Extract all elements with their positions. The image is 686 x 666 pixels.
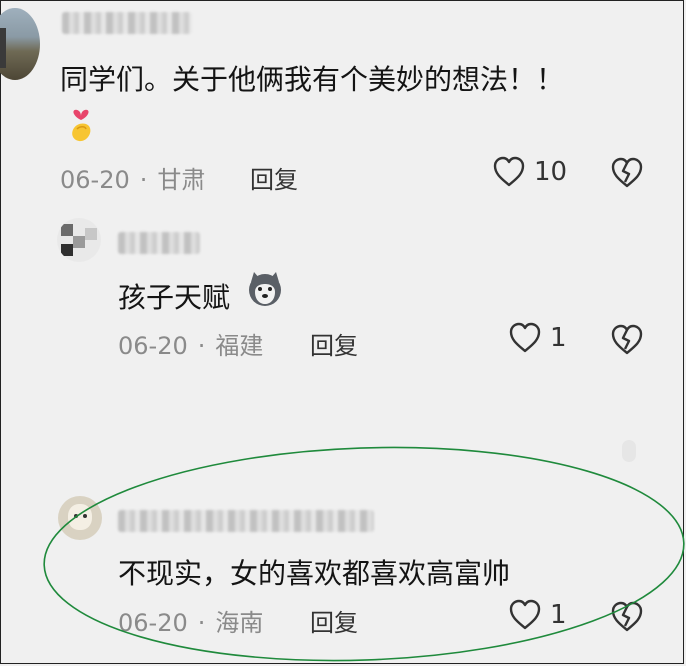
comment-date: 06-20 xyxy=(60,166,130,194)
husky-emoji xyxy=(249,272,281,306)
like-button[interactable]: 1 xyxy=(508,322,567,354)
reply-button[interactable]: 回复 xyxy=(250,160,298,195)
comment-location: 福建 xyxy=(215,332,264,360)
comment-meta: 06-20 · 甘肃 xyxy=(60,160,205,195)
username-blurred[interactable] xyxy=(118,232,200,254)
heart-outline-icon xyxy=(509,322,541,353)
avatar[interactable] xyxy=(57,218,101,262)
broken-heart-icon[interactable] xyxy=(610,157,644,189)
heart-outline-icon xyxy=(493,156,525,187)
comment-text: 同学们。关于他俩我有个美妙的想法！！ xyxy=(60,63,565,96)
username-blurred[interactable] xyxy=(62,12,192,34)
separator-dot: · xyxy=(139,166,148,194)
comment-location: 甘肃 xyxy=(157,166,206,194)
broken-heart-icon[interactable] xyxy=(610,324,644,356)
like-count: 10 xyxy=(534,157,568,187)
comment-meta: 06-20 · 福建 xyxy=(118,326,263,361)
comment-text: 孩子天赋 xyxy=(118,281,231,314)
heart-hand-emoji xyxy=(72,109,91,142)
separator-dot: · xyxy=(197,332,206,360)
like-count: 1 xyxy=(550,323,567,353)
like-button[interactable]: 10 xyxy=(492,156,567,188)
highlight-oval xyxy=(43,446,685,662)
reply-button[interactable]: 回复 xyxy=(310,326,358,361)
comment-date: 06-20 xyxy=(118,332,188,360)
